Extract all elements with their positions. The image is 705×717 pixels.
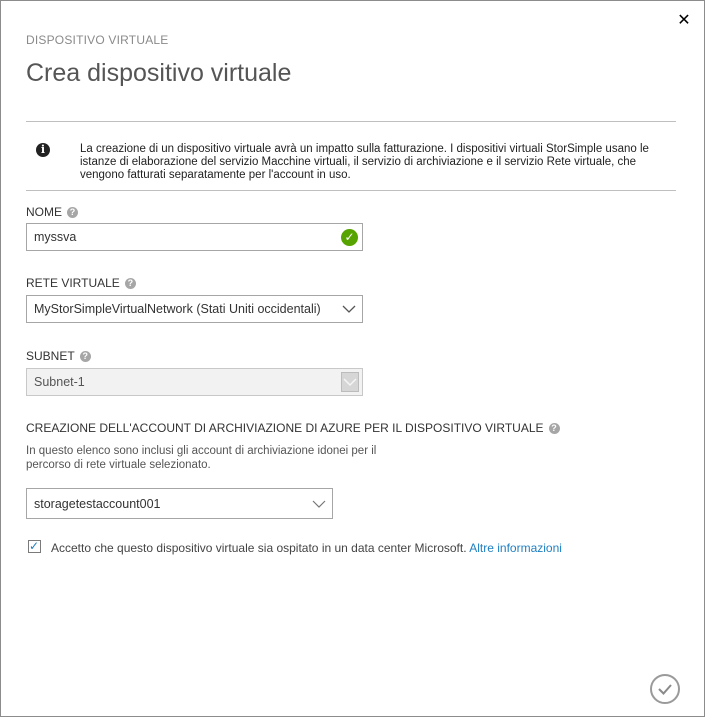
- learn-more-link[interactable]: Altre informazioni: [469, 541, 562, 555]
- storage-account-value: storagetestaccount001: [34, 497, 161, 511]
- dialog-eyebrow: DISPOSITIVO VIRTUALE: [26, 33, 169, 47]
- confirm-checkmark: [658, 684, 672, 695]
- chevron-down-icon: [342, 305, 356, 313]
- name-label-text: NOME: [26, 205, 62, 219]
- subnet-dropdown-button: [341, 372, 359, 392]
- divider-top: [26, 121, 676, 122]
- subnet-label-text: SUBNET: [26, 349, 75, 363]
- divider-bottom: [26, 190, 676, 191]
- storage-label: CREAZIONE DELL'ACCOUNT DI ARCHIVIAZIONE …: [26, 421, 560, 435]
- storage-description: In questo elenco sono inclusi gli accoun…: [26, 445, 377, 471]
- storage-label-text: CREAZIONE DELL'ACCOUNT DI ARCHIVIAZIONE …: [26, 421, 544, 435]
- page-title: Crea dispositivo virtuale: [26, 59, 292, 87]
- valid-check-icon: ✓: [341, 229, 358, 246]
- help-icon[interactable]: ?: [124, 278, 136, 289]
- network-select[interactable]: MyStorSimpleVirtualNetwork (Stati Uniti …: [26, 295, 363, 323]
- billing-info-box: i La creazione di un dispositivo virtual…: [26, 123, 676, 191]
- checkbox-check-icon: ✓: [29, 539, 40, 553]
- help-icon[interactable]: ?: [79, 351, 91, 362]
- network-select-value: MyStorSimpleVirtualNetwork (Stati Uniti …: [34, 302, 321, 316]
- accept-checkbox[interactable]: ✓: [28, 539, 41, 553]
- check-circle-icon[interactable]: [650, 674, 680, 704]
- chevron-down-icon: [343, 378, 357, 387]
- storage-account-select[interactable]: storagetestaccount001: [26, 488, 333, 519]
- help-icon[interactable]: ?: [548, 423, 560, 434]
- close-icon[interactable]: ✕: [674, 11, 694, 31]
- name-field[interactable]: myssva ✓: [26, 223, 363, 251]
- name-label: NOME?: [26, 205, 78, 219]
- subnet-select: Subnet-1: [26, 368, 363, 396]
- billing-info-text: La creazione di un dispositivo virtuale …: [80, 143, 649, 181]
- create-virtual-device-dialog: ✕ DISPOSITIVO VIRTUALE Crea dispositivo …: [0, 0, 705, 717]
- name-field-value: myssva: [34, 230, 77, 244]
- accept-label: Accetto che questo dispositivo virtuale …: [51, 541, 467, 555]
- info-icon: i: [36, 143, 50, 157]
- chevron-down-icon: [312, 500, 326, 508]
- accept-text: Accetto che questo dispositivo virtuale …: [51, 541, 562, 555]
- network-label-text: RETE VIRTUALE: [26, 276, 120, 290]
- subnet-label: SUBNET?: [26, 349, 91, 363]
- subnet-select-value: Subnet-1: [34, 375, 85, 389]
- network-label: RETE VIRTUALE?: [26, 276, 136, 290]
- help-icon[interactable]: ?: [67, 207, 78, 218]
